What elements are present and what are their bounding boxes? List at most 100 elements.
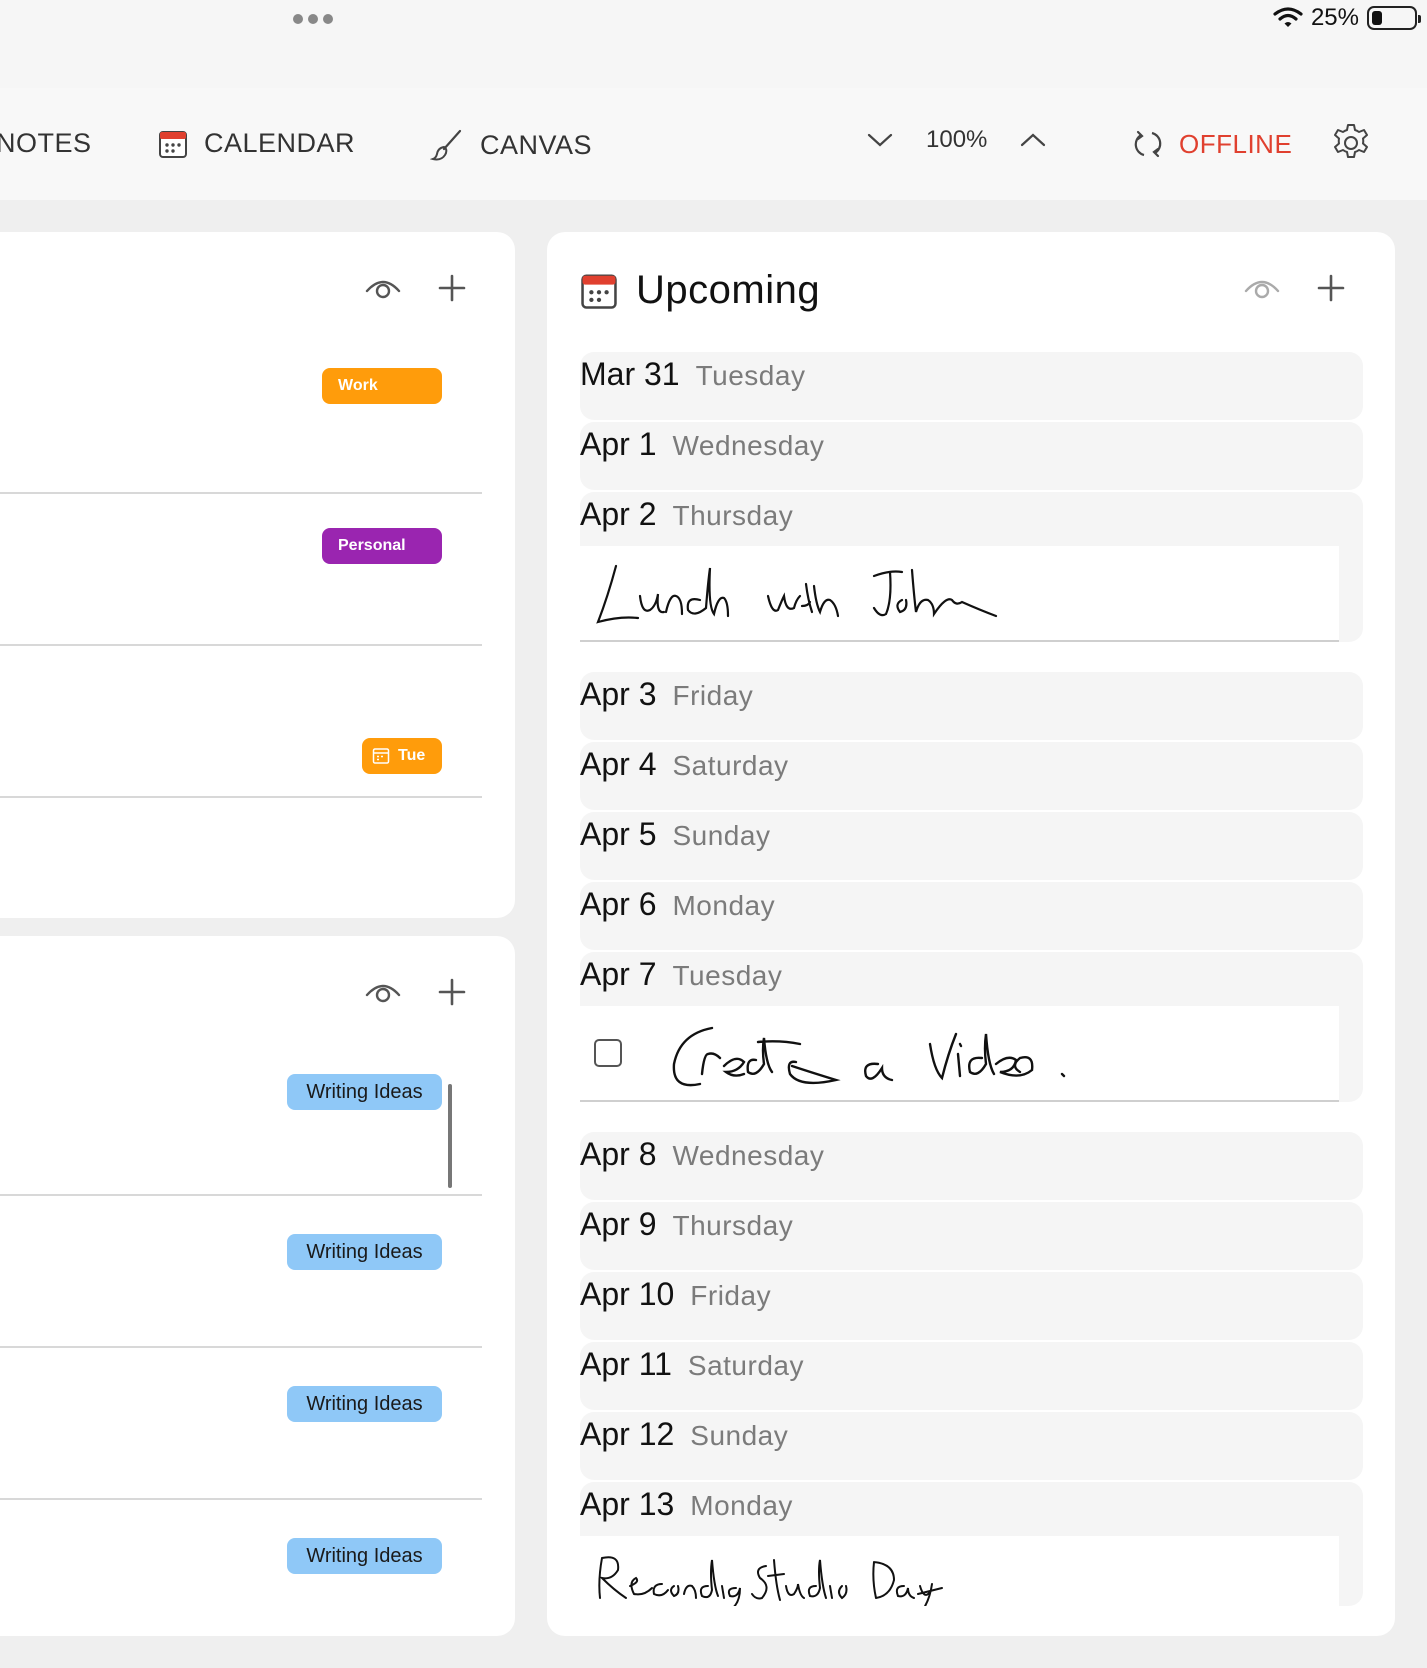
day-weekday: Saturday <box>672 750 789 781</box>
notes-panel-top: Work Personal Tue <box>0 232 515 918</box>
day-row[interactable]: Apr 11 Saturday <box>580 1342 1363 1410</box>
day-weekday: Wednesday <box>672 1140 825 1171</box>
tag-work[interactable]: Work <box>322 368 442 404</box>
add-icon[interactable] <box>1317 274 1345 302</box>
day-date: Apr 2 <box>580 496 657 532</box>
task-checkbox[interactable] <box>594 1039 622 1067</box>
day-row[interactable]: Apr 10 Friday <box>580 1272 1363 1340</box>
day-date: Apr 4 <box>580 746 657 782</box>
zoom-in-chevron-up-icon[interactable] <box>1019 131 1047 149</box>
day-date: Apr 6 <box>580 886 657 922</box>
tag-label: Writing Ideas <box>306 1240 423 1263</box>
handwritten-event[interactable] <box>580 1536 1339 1606</box>
day-date: Apr 3 <box>580 676 657 712</box>
handwriting-recording-studio-day <box>598 1556 943 1606</box>
day-row[interactable]: Apr 6 Monday <box>580 882 1363 950</box>
day-row[interactable]: Apr 2 Thursday <box>580 492 1363 642</box>
handwriting-lunch-with-john <box>596 564 998 624</box>
day-weekday: Tuesday <box>672 960 783 991</box>
tag-label: Writing Ideas <box>306 1080 423 1103</box>
tag-label: Tue <box>398 747 426 764</box>
zoom-level: 100% <box>926 126 988 153</box>
note-row[interactable]: Personal <box>0 494 482 646</box>
day-date: Apr 7 <box>580 956 657 992</box>
day-row[interactable]: Apr 4 Saturday <box>580 742 1363 810</box>
day-date: Apr 1 <box>580 426 657 462</box>
zoom-out-chevron-down-icon[interactable] <box>866 131 894 149</box>
day-row[interactable]: Apr 13 Monday <box>580 1482 1363 1606</box>
day-row[interactable]: Mar 31 Tuesday <box>580 352 1363 420</box>
zoom-control: 100% <box>866 126 1047 154</box>
calendar-icon <box>581 274 617 309</box>
handwritten-event[interactable] <box>580 546 1339 642</box>
tab-canvas-label: CANVAS <box>480 129 593 160</box>
tab-calendar[interactable]: CALENDAR <box>158 128 355 159</box>
tab-notes[interactable]: NOTES <box>0 128 92 159</box>
multitasking-dots-icon[interactable] <box>293 14 333 24</box>
day-weekday: Friday <box>672 680 754 711</box>
tag-writing-ideas[interactable]: Writing Ideas <box>287 1386 442 1422</box>
upcoming-title: Upcoming <box>636 268 821 312</box>
handwriting-create-a-video <box>672 1026 1066 1087</box>
tab-calendar-label: CALENDAR <box>204 128 356 158</box>
day-row[interactable]: Apr 3 Friday <box>580 672 1363 740</box>
day-weekday: Sunday <box>690 1420 789 1451</box>
battery-icon <box>1367 6 1421 30</box>
day-date: Apr 8 <box>580 1136 657 1172</box>
sync-status-label: OFFLINE <box>1179 128 1293 159</box>
sync-status-button[interactable]: OFFLINE <box>1133 128 1292 160</box>
tag-personal[interactable]: Personal <box>322 528 442 564</box>
note-row[interactable]: Work <box>0 232 482 494</box>
day-row[interactable]: Apr 5 Sunday <box>580 812 1363 880</box>
note-row[interactable]: Writing Ideas <box>0 936 482 1196</box>
calendar-icon <box>372 748 390 764</box>
note-row[interactable]: Writing Ideas <box>0 1348 482 1500</box>
day-date: Apr 9 <box>580 1206 657 1242</box>
day-row[interactable]: Apr 12 Sunday <box>580 1412 1363 1480</box>
tab-canvas[interactable]: CANVAS <box>430 128 592 162</box>
brush-icon <box>430 129 462 161</box>
wifi-icon <box>1273 7 1303 27</box>
note-row[interactable]: Writing Ideas <box>0 1500 482 1636</box>
battery-percent: 25% <box>1310 4 1359 31</box>
day-date: Apr 10 <box>580 1276 675 1312</box>
eye-icon[interactable] <box>1243 274 1281 302</box>
tag-writing-ideas[interactable]: Writing Ideas <box>287 1538 442 1574</box>
handwritten-task[interactable] <box>580 1006 1339 1102</box>
tag-label: Personal <box>338 537 406 554</box>
day-date: Apr 12 <box>580 1416 675 1452</box>
day-date: Apr 13 <box>580 1486 675 1522</box>
day-weekday: Saturday <box>687 1350 804 1381</box>
upcoming-day-list: Mar 31 Tuesday Apr 1 Wednesday Apr 2 Thu… <box>580 352 1363 1608</box>
day-date: Apr 5 <box>580 816 657 852</box>
top-toolbar: NOTES CALENDAR CANVAS 100% OFFLINE <box>0 88 1427 200</box>
day-row[interactable]: Apr 1 Wednesday <box>580 422 1363 490</box>
tag-writing-ideas[interactable]: Writing Ideas <box>287 1074 442 1110</box>
upcoming-header: Upcoming <box>580 268 820 313</box>
day-row[interactable]: Apr 9 Thursday <box>580 1202 1363 1270</box>
note-row[interactable]: Tue <box>0 646 482 798</box>
gear-icon[interactable] <box>1330 122 1372 164</box>
day-weekday: Sunday <box>672 820 771 851</box>
upcoming-panel: Upcoming Mar 31 Tuesday Apr 1 Wednesday … <box>547 232 1395 1636</box>
day-row[interactable]: Apr 7 Tuesday <box>580 952 1363 1102</box>
tab-notes-label: NOTES <box>0 128 92 158</box>
day-weekday: Wednesday <box>672 430 825 461</box>
status-right: 25% <box>1273 4 1421 32</box>
tag-label: Writing Ideas <box>306 1392 423 1415</box>
day-date: Apr 11 <box>580 1346 672 1382</box>
note-row[interactable]: Writing Ideas <box>0 1196 482 1348</box>
tag-writing-ideas[interactable]: Writing Ideas <box>287 1234 442 1270</box>
day-date: Mar 31 <box>580 356 680 392</box>
tag-due-date[interactable]: Tue <box>362 738 442 774</box>
scrollbar[interactable] <box>448 1084 452 1188</box>
sync-icon <box>1134 130 1162 158</box>
day-weekday: Friday <box>690 1280 772 1311</box>
tag-label: Writing Ideas <box>306 1544 423 1567</box>
day-row[interactable]: Apr 8 Wednesday <box>580 1132 1363 1200</box>
tag-label: Work <box>338 377 378 394</box>
calendar-icon <box>159 130 187 158</box>
day-weekday: Monday <box>672 890 776 921</box>
day-weekday: Tuesday <box>695 360 806 391</box>
day-weekday: Thursday <box>672 1210 794 1241</box>
